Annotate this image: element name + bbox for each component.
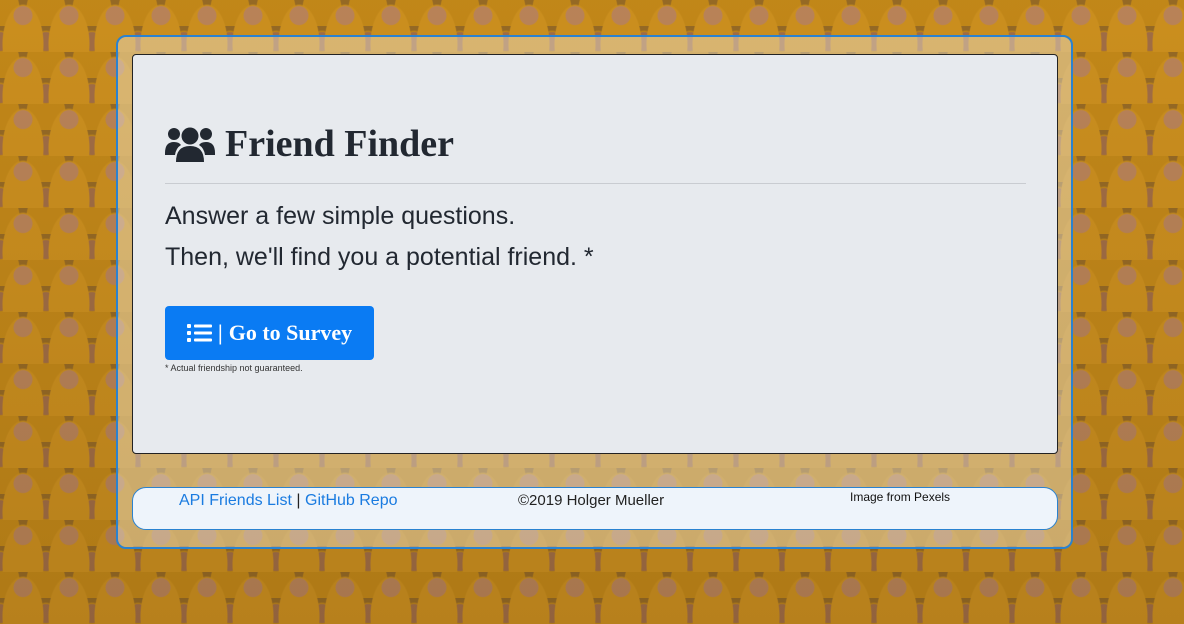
disclaimer: * Actual friendship not guaranteed.	[165, 363, 303, 373]
button-separator: |	[217, 320, 223, 345]
github-repo-link[interactable]: GitHub Repo	[305, 492, 398, 509]
footer-links: API Friends List | GitHub Repo	[179, 492, 398, 510]
image-credit: Image from Pexels	[850, 490, 951, 504]
users-icon	[165, 127, 215, 162]
copyright: ©2019 Holger Mueller	[518, 492, 665, 509]
go-to-survey-label: Go to Survey	[228, 320, 353, 345]
title-row: Friend Finder	[165, 121, 454, 167]
footer: API Friends List | GitHub Repo ©2019 Hol…	[132, 487, 1058, 530]
intro-line-1: Answer a few simple questions.	[165, 202, 516, 230]
go-to-survey-button[interactable]: | Go to Survey	[165, 306, 374, 360]
list-icon	[186, 324, 212, 342]
footer-link-separator: |	[296, 492, 301, 509]
jumbotron: Friend Finder Answer a few simple questi…	[132, 54, 1058, 454]
intro-line-2: Then, we'll find you a potential friend.…	[165, 243, 594, 271]
divider	[165, 183, 1026, 184]
page-title: Friend Finder	[225, 123, 455, 165]
api-friends-list-link[interactable]: API Friends List	[179, 492, 292, 509]
